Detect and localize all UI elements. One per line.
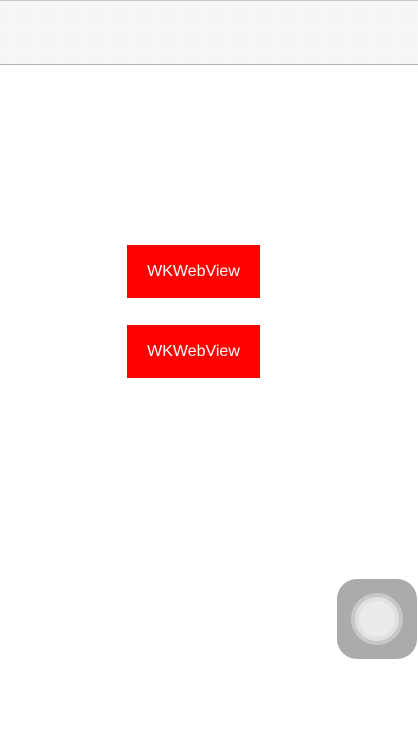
app-screen: WKWebView WKWebView — [0, 0, 418, 734]
wkwebview-button-2[interactable]: WKWebView — [127, 325, 260, 378]
wkwebview-button-1[interactable]: WKWebView — [127, 245, 260, 298]
assistive-touch-icon — [351, 593, 403, 645]
navigation-bar — [0, 0, 418, 65]
assistive-touch-button[interactable] — [337, 579, 417, 659]
